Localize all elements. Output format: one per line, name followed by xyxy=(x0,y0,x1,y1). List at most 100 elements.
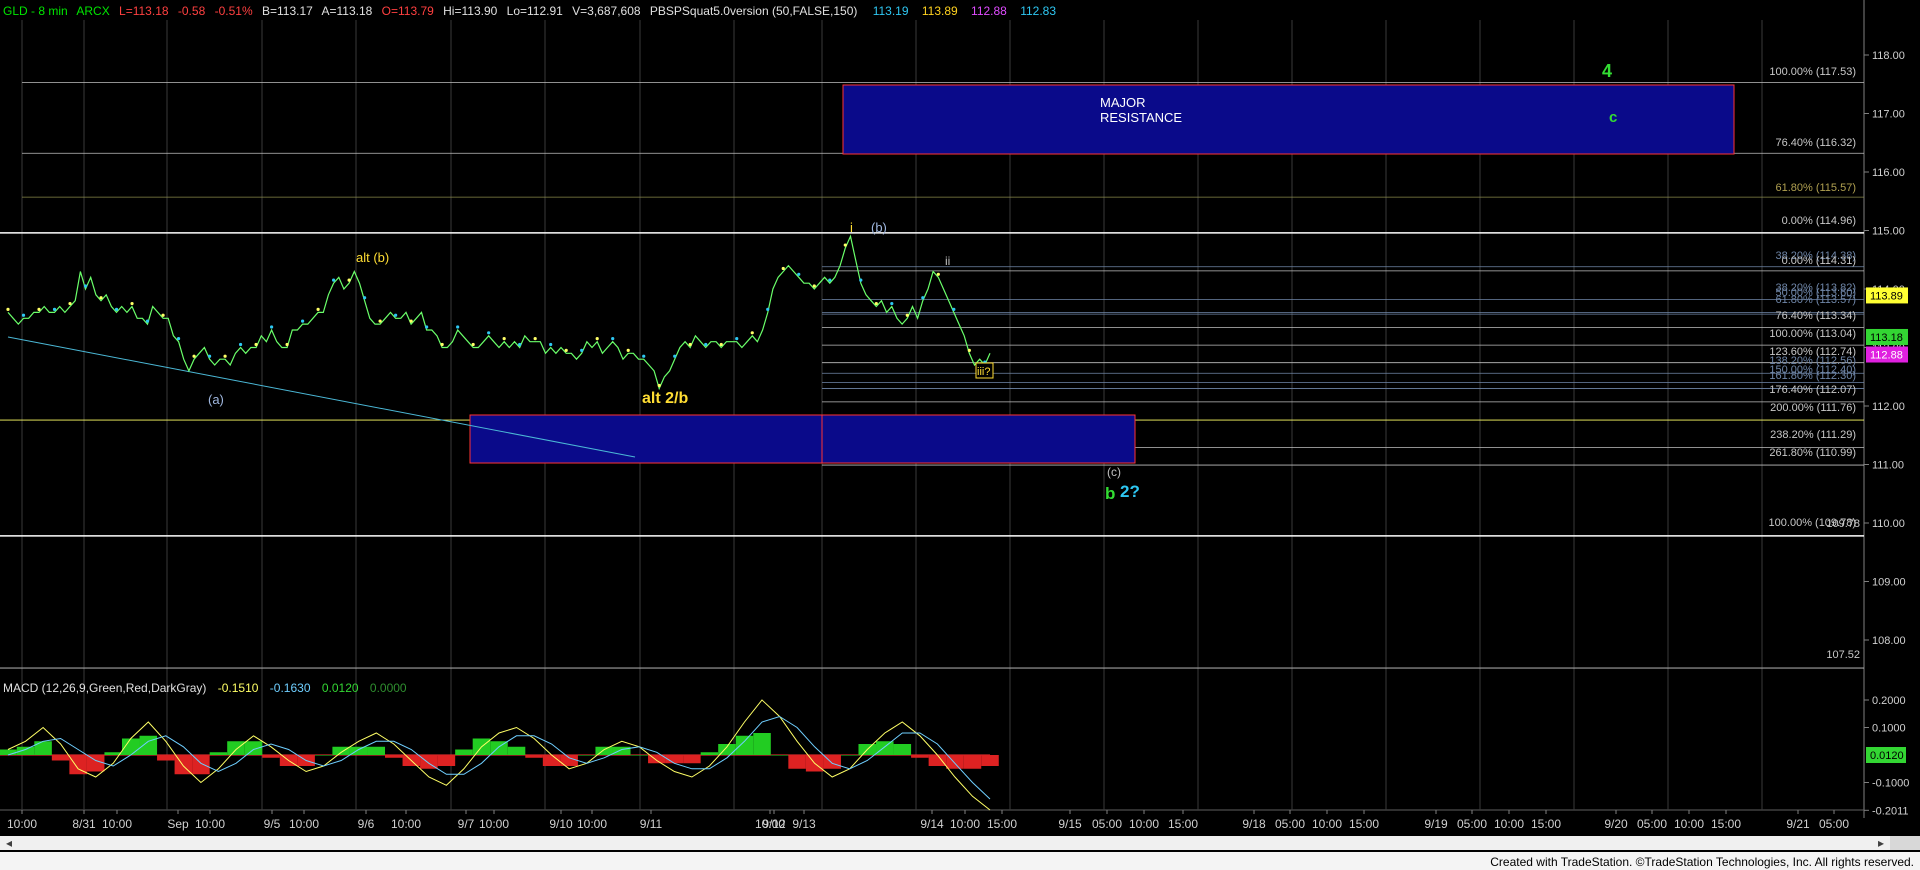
fib-label-16: 200.00% (111.76) xyxy=(1770,402,1856,414)
fib-label-17: 238.20% (111.29) xyxy=(1770,429,1856,441)
macd-hist-bar-52 xyxy=(911,755,929,758)
time-label-11: 9/10 xyxy=(549,817,573,831)
price-dot xyxy=(238,342,243,347)
price-tick-label-1: 117.00 xyxy=(1872,109,1905,121)
price-dot xyxy=(921,296,925,300)
wave-a-paren-label: (a) xyxy=(208,392,224,407)
fib-label-0: 100.00% (117.53) xyxy=(1769,66,1856,78)
macd-hist-bar-56 xyxy=(981,755,999,766)
macd-tick-label-2: -0.1000 xyxy=(1872,778,1909,790)
price-dot xyxy=(828,278,832,282)
wave-c-label: c xyxy=(1609,109,1617,126)
macd-value-1: -0.1510 xyxy=(218,681,259,695)
price-dot xyxy=(890,301,894,306)
macd-value-badge-text: 0.0120 xyxy=(1870,750,1904,762)
macd-hist-bar-55 xyxy=(963,755,982,769)
price-dot xyxy=(905,313,909,317)
price-dot xyxy=(843,243,847,247)
wave-c-paren-label: (c) xyxy=(1107,465,1121,479)
trend-line xyxy=(7,336,636,458)
macd-hist-bar-15 xyxy=(262,755,280,758)
scroll-right-icon[interactable]: ▸ xyxy=(1878,836,1884,850)
macd-hist-bar-8 xyxy=(139,735,158,755)
time-label-15: 10:00 xyxy=(755,817,785,831)
time-label-34: 10:00 xyxy=(1674,817,1704,831)
time-label-21: 05:00 xyxy=(1092,817,1122,831)
fib-label-14: 161.80% (112.30) xyxy=(1769,370,1856,382)
price-dot xyxy=(99,296,103,300)
price-dot xyxy=(161,313,165,317)
macd-hist-bar-9 xyxy=(157,755,175,761)
major-resistance-label-2: RESISTANCE xyxy=(1100,110,1182,125)
price-dot xyxy=(52,307,57,311)
macd-hist-bar-0 xyxy=(0,749,17,755)
price-dot xyxy=(176,337,181,341)
support-box-right xyxy=(821,414,1136,464)
time-label-32: 9/20 xyxy=(1604,817,1628,831)
wave-alt-b-label: alt (b) xyxy=(356,250,389,265)
time-label-18: 10:00 xyxy=(950,817,980,831)
macd-tick-label-0: 0.2000 xyxy=(1872,695,1906,707)
exchange-label: ARCX xyxy=(76,4,109,18)
price-dot xyxy=(21,313,26,317)
fib-label-2: 61.80% (115.57) xyxy=(1775,182,1856,194)
price-dot xyxy=(487,331,491,335)
fib-label-9: 76.40% (113.34) xyxy=(1775,310,1856,322)
fib-label-20: 109.78 xyxy=(1826,518,1860,530)
price-tick-label-8: 110.00 xyxy=(1872,518,1905,530)
macd-hist-bar-40 xyxy=(700,752,719,755)
time-label-2: 10:00 xyxy=(102,817,132,831)
fib-label-8: 61.80% (113.57) xyxy=(1775,294,1856,306)
wave-4-label: 4 xyxy=(1602,61,1612,81)
wave-alt-2b-label: alt 2/b xyxy=(642,390,688,407)
open-value: O=113.79 xyxy=(382,4,434,18)
price-dot xyxy=(114,307,119,311)
macd-hist-bar-29 xyxy=(507,746,526,755)
price-dot xyxy=(301,319,305,323)
price-dot xyxy=(254,342,258,347)
price-dot xyxy=(192,354,196,358)
time-label-29: 05:00 xyxy=(1457,817,1487,831)
macd-hist-bar-48 xyxy=(840,755,859,756)
fib-label-18: 261.80% (110.99) xyxy=(1769,447,1856,459)
time-label-12: 10:00 xyxy=(577,817,607,831)
scroll-left-icon[interactable]: ◂ xyxy=(6,836,12,850)
time-label-28: 9/19 xyxy=(1424,817,1448,831)
wave-ii-label: ii xyxy=(945,254,950,268)
macd-hist-bar-13 xyxy=(227,741,245,755)
time-label-24: 9/18 xyxy=(1242,817,1266,831)
scrollbar-thumb[interactable] xyxy=(1890,836,1920,850)
price-dot xyxy=(68,301,72,306)
major-resistance-label-1: MAJOR xyxy=(1100,95,1146,110)
change-pct-value: -0.51% xyxy=(215,4,253,18)
macd-hist-bar-44 xyxy=(770,755,789,756)
macd-hist-bar-14 xyxy=(244,741,263,755)
time-label-23: 15:00 xyxy=(1168,817,1198,831)
price-dot xyxy=(223,354,227,358)
price-dot xyxy=(766,307,770,311)
price-axis-badges: 113.89 113.18 112.88 xyxy=(1866,287,1908,363)
price-dot xyxy=(673,354,677,358)
bid-value: B=113.17 xyxy=(262,4,313,18)
horizontal-scrollbar[interactable] xyxy=(0,836,1920,850)
price-dot xyxy=(735,337,739,341)
price-dot xyxy=(378,319,382,323)
fib-label-1: 76.40% (116.32) xyxy=(1775,137,1856,149)
time-label-30: 10:00 xyxy=(1494,817,1524,831)
price-dot xyxy=(363,296,367,300)
macd-hist-bar-43 xyxy=(753,733,771,755)
time-label-22: 10:00 xyxy=(1129,817,1159,831)
time-label-6: 10:00 xyxy=(289,817,319,831)
fib-label-5: 0.00% (114.31) xyxy=(1782,255,1856,267)
price-dot xyxy=(688,342,692,347)
fib-labels: 100.00% (117.53) 76.40% (116.32) 61.80% (1… xyxy=(1769,66,1860,661)
price-dot xyxy=(936,272,940,276)
macd-hist-bar-26 xyxy=(455,749,473,755)
macd-signal-line xyxy=(7,715,991,800)
price-dot xyxy=(750,331,754,335)
price-dot xyxy=(781,266,785,271)
fib-label-21: 107.52 xyxy=(1826,649,1860,661)
time-label-0: 10:00 xyxy=(7,817,37,831)
macd-hist-bar-35 xyxy=(612,746,631,755)
fib-label-15: 176.40% (112.07) xyxy=(1769,384,1856,396)
